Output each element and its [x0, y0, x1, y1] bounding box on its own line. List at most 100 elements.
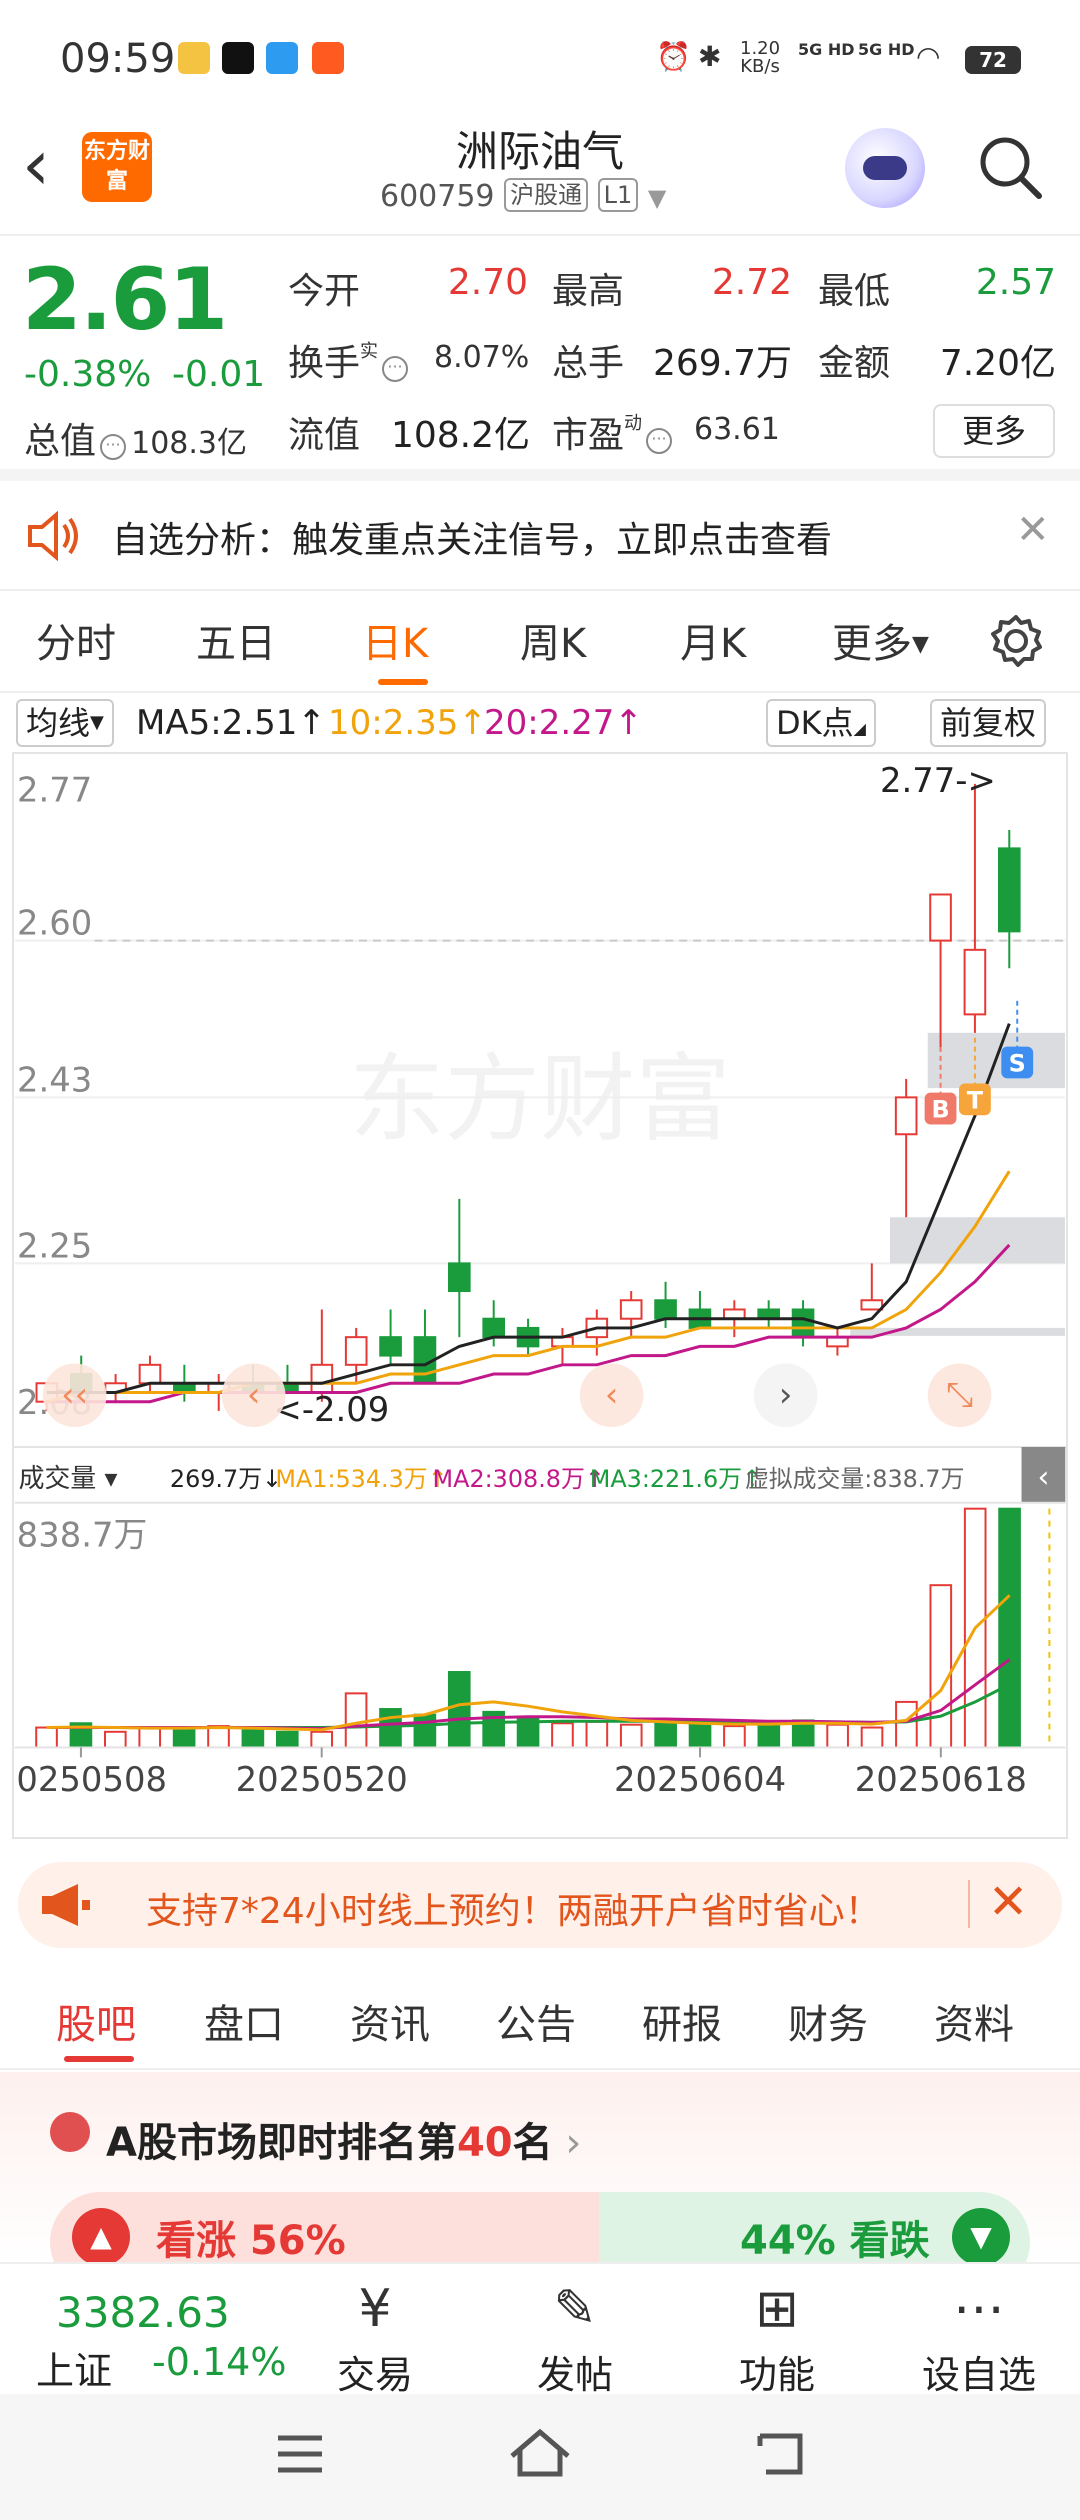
megaphone-icon [42, 1884, 90, 1926]
float-label: 流值 [288, 415, 361, 456]
ranking-section: A股市场即时排名第40名 › ▲ 看涨 56% 44% 看跌 ▼ [0, 2072, 1080, 2262]
signal-2: 5G HD [858, 40, 915, 59]
robot-assistant-icon[interactable] [845, 128, 925, 208]
volume-bar [104, 1730, 127, 1749]
speaker-icon [28, 511, 78, 561]
signal-label: B [931, 1096, 949, 1124]
volume-value: 269.7万 [652, 343, 792, 384]
level-tag: L1 [597, 178, 639, 212]
stock-code-row[interactable]: 600759 沪股通 L1 ▼ [380, 178, 710, 214]
x-tick-label: 20250508 [12, 1760, 167, 1799]
tab-intraday[interactable]: 分时 [36, 611, 116, 669]
bottom-nav: 3382.63 上证 -0.14% ¥ 交易 ✎ 发帖 ⊞ 功能 ⋯ 设自选 [0, 2262, 1080, 2397]
status-bar: 09:59 ⏰ ✱ 1.20 KB/s 5G HD 5G HD ◠ 72 [0, 0, 1080, 118]
dropdown-icon[interactable]: ▼ [648, 184, 666, 212]
chart-nav-icon: ⤡ [946, 1375, 973, 1414]
volume-bar [895, 1700, 918, 1749]
turnover-label: 换手实··· [288, 334, 409, 386]
info-icon[interactable]: ··· [100, 434, 127, 460]
tab-research[interactable]: 研报 [642, 1992, 722, 2050]
ma10-value: 10:2.35↑ [328, 703, 487, 743]
back-icon[interactable] [752, 2430, 808, 2478]
nav-add-watchlist[interactable]: ⋯ 设自选 [904, 2274, 1054, 2399]
x-tick-label: 20250604 [614, 1760, 786, 1799]
info-icon[interactable]: ··· [382, 356, 409, 382]
alarm-icon: ⏰ [656, 40, 691, 73]
arrow-up-icon[interactable]: ▲ [72, 2208, 130, 2262]
caret-down-icon: ▼ [912, 632, 929, 657]
signal-1: 5G HD [798, 40, 855, 59]
info-icon[interactable]: ··· [646, 428, 673, 454]
open-label: 今开 [288, 271, 361, 312]
nav-trade[interactable]: ¥ 交易 [300, 2274, 450, 2399]
tab-weekly-k[interactable]: 周K [520, 611, 586, 669]
candle-body [963, 948, 987, 1016]
vol-ma1-line [46, 1594, 1011, 1732]
kline-chart[interactable]: 东方财富2.772.602.432.252.082.77-><-2.09BTS‹… [12, 752, 1068, 1448]
tab-news[interactable]: 资讯 [350, 1992, 430, 2050]
close-icon[interactable]: ✕ [1016, 507, 1050, 553]
tab-guba[interactable]: 股吧 [56, 1992, 136, 2050]
search-icon[interactable] [975, 132, 1045, 202]
tab-pankou[interactable]: 盘口 [204, 1992, 284, 2050]
notification-app-icon [312, 42, 344, 74]
low-label: 最低 [818, 271, 891, 312]
volume-bar [275, 1730, 299, 1749]
home-icon[interactable] [508, 2428, 572, 2478]
candle-body [997, 847, 1021, 933]
ma10-line [46, 1170, 1011, 1404]
ma-select[interactable]: 均线▼ [16, 699, 114, 747]
amount-value: 7.20亿 [939, 343, 1056, 384]
quote-panel: 2.61 -0.38% -0.01 总值 ··· 108.3亿 今开 2.70 最… [0, 236, 1080, 481]
more-button[interactable]: 更多 [933, 404, 1055, 458]
ranking-text[interactable]: A股市场即时排名第40名 › [106, 2110, 581, 2168]
tab-profile[interactable]: 资料 [934, 1992, 1014, 2050]
stock-name: 洲际油气 [455, 127, 624, 176]
tab-five-day[interactable]: 五日 [196, 611, 276, 669]
dk-point-button[interactable]: DK点◢ [766, 699, 876, 747]
promo-banner[interactable]: 支持7*24小时线上预约！两融开户省时省心！ ✕ [18, 1862, 1062, 1948]
tab-daily-k[interactable]: 日K [362, 611, 428, 669]
x-tick-label: 20250618 [855, 1760, 1027, 1799]
ma-indicator-row: 均线▼ MA5:2.51↑ 10:2.35↑ 20:2.27↑ DK点◢ 前复权 [0, 695, 1080, 751]
index-change[interactable]: -0.14% [152, 2340, 286, 2384]
chart-nav-icon: ‹ [247, 1375, 261, 1414]
volume-bar [757, 1723, 781, 1749]
chevron-left-icon: ‹ [1037, 1460, 1049, 1495]
yen-exchange-icon: ¥ [358, 2279, 392, 2339]
y-tick-label: 2.77 [17, 771, 92, 810]
tab-more[interactable]: 更多▼ [832, 611, 929, 669]
volume-select: 成交量 ▾ [19, 1464, 118, 1494]
gear-icon[interactable] [988, 613, 1044, 669]
change-amount: -0.01 [172, 354, 266, 395]
tab-monthly-k[interactable]: 月K [680, 611, 746, 669]
tab-announcement[interactable]: 公告 [496, 1992, 576, 2050]
nav-post[interactable]: ✎ 发帖 [500, 2274, 650, 2399]
adjust-button[interactable]: 前复权 [930, 699, 1047, 747]
index-name[interactable]: 上证 [36, 2340, 112, 2395]
candle-body [894, 1096, 918, 1136]
pe-label: 市盈动··· [552, 406, 673, 458]
close-icon[interactable]: ✕ [988, 1874, 1028, 1930]
back-arrow-icon[interactable]: ‹ [22, 130, 50, 200]
candle-body [448, 1262, 471, 1293]
volume-chart[interactable]: 成交量 ▾ 269.7万↓MA1:534.3万↑MA2:308.8万↑MA3:22… [12, 1447, 1068, 1839]
app-logo: 东方财富 [82, 132, 152, 202]
menu-icon[interactable] [276, 2432, 324, 2476]
volume-bar [172, 1726, 196, 1749]
bluetooth-icon: ✱ [698, 40, 722, 73]
candle-body [138, 1363, 162, 1385]
active-tab-underline [378, 679, 428, 685]
volume-bar [207, 1725, 230, 1749]
high-label: 最高 [552, 271, 625, 312]
nav-function[interactable]: ⊞ 功能 [702, 2274, 852, 2399]
volume-bar [688, 1722, 712, 1749]
promo-text: 支持7*24小时线上预约！两融开户省时省心！ [146, 1891, 881, 1932]
volume-bar [619, 1723, 643, 1749]
tab-finance[interactable]: 财务 [788, 1992, 868, 2050]
virtual-volume: 虚拟成交量:838.7万 [745, 1465, 965, 1493]
arrow-down-icon[interactable]: ▼ [952, 2208, 1010, 2262]
volume-bar [310, 1730, 334, 1749]
analysis-notice[interactable]: 自选分析：触发重点关注信号，立即点击查看 ✕ [0, 481, 1080, 591]
index-value[interactable]: 3382.63 [56, 2288, 230, 2337]
